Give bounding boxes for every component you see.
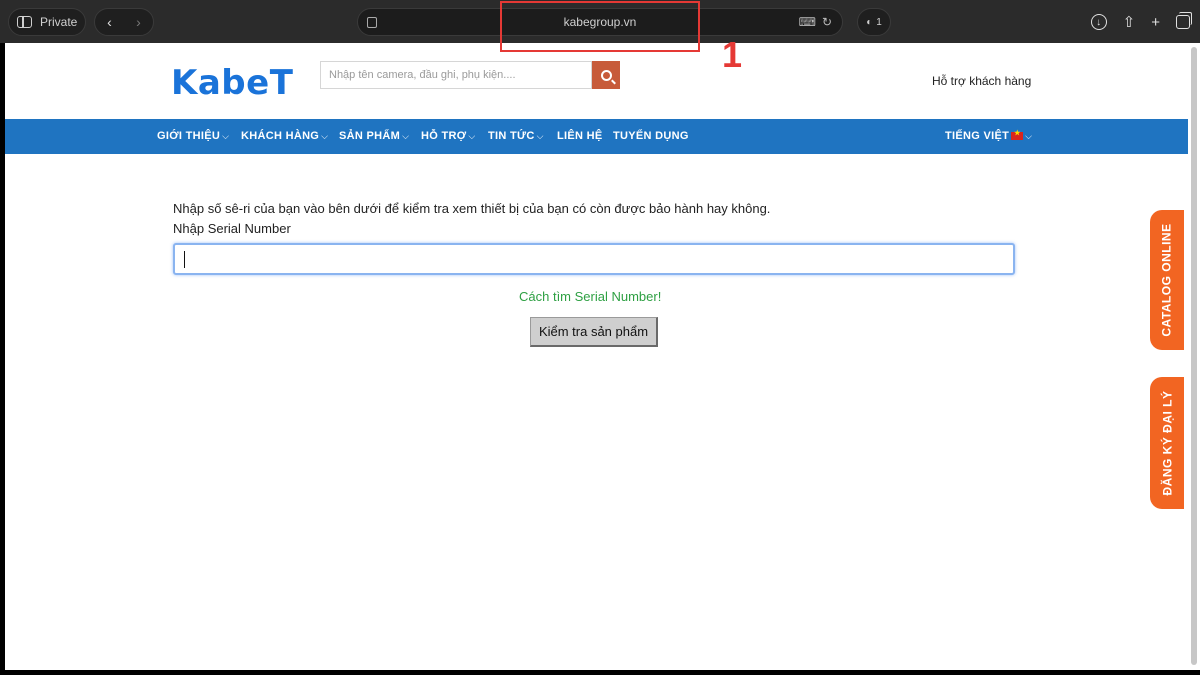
- chevron-down-icon: ⌵: [536, 131, 544, 141]
- browser-actions: ↓ ⇧ +: [1090, 8, 1192, 36]
- text-caret: [184, 251, 185, 268]
- site-header: KabeT Nhập tên camera, đầu ghi, phụ kiện…: [5, 43, 1188, 119]
- search-button[interactable]: [592, 61, 620, 89]
- main-nav: GIỚI THIỆU ⌵ KHÁCH HÀNG ⌵ SẢN PHẨM ⌵ HỖ TRỢ…: [5, 119, 1188, 154]
- tab-count: 1: [876, 16, 882, 28]
- nav-item-san-pham[interactable]: SẢN PHẨM ⌵: [339, 130, 409, 142]
- nav-item-khach-hang[interactable]: KHÁCH HÀNG ⌵: [241, 130, 328, 142]
- tab-overview-button[interactable]: ◐ 1: [857, 8, 891, 36]
- check-product-button[interactable]: Kiểm tra sản phẩm: [530, 317, 658, 347]
- web-page: KabeT Nhập tên camera, đầu ghi, phụ kiện…: [5, 43, 1188, 670]
- page-menu-icon[interactable]: [367, 17, 377, 28]
- find-serial-link[interactable]: Cách tìm Serial Number!: [519, 289, 661, 304]
- bottom-edge: [0, 670, 1200, 675]
- language-selector[interactable]: TIẾNG VIỆT⌵: [945, 129, 1033, 142]
- shield-icon: ◐: [866, 16, 873, 28]
- download-icon[interactable]: ↓: [1090, 14, 1107, 30]
- warranty-check-form: Nhập số sê-ri của bạn vào bên dưới để ki…: [173, 199, 1015, 347]
- translate-icon[interactable]: ⌨: [799, 15, 816, 29]
- chevron-down-icon: ⌵: [402, 131, 410, 141]
- dealer-register-tab[interactable]: ĐĂNG KÝ ĐẠI LÝ: [1150, 377, 1184, 509]
- nav-item-tin-tuc[interactable]: TIN TỨC ⌵: [488, 130, 544, 142]
- serial-number-input[interactable]: [173, 243, 1015, 275]
- browser-toolbar: Private ‹ › kabegroup.vn ⌨ ↻ ◐ 1 ↓ ⇧ +: [0, 0, 1200, 43]
- catalog-online-label: CATALOG ONLINE: [1160, 223, 1174, 337]
- new-tab-icon[interactable]: +: [1151, 14, 1160, 31]
- nav-item-gioi-thieu[interactable]: GIỚI THIỆU ⌵: [157, 130, 229, 142]
- annotation-number: 1: [722, 34, 743, 75]
- nav-item-tuyen-dung[interactable]: TUYỂN DỤNG: [613, 130, 689, 142]
- dealer-register-label: ĐĂNG KÝ ĐẠI LÝ: [1160, 390, 1175, 496]
- chevron-down-icon: ⌵: [468, 131, 476, 141]
- search-icon: [600, 69, 612, 81]
- page-scrollbar[interactable]: [1188, 43, 1200, 670]
- vietnam-flag-icon: [1011, 129, 1024, 141]
- chevron-down-icon: ⌵: [1025, 131, 1033, 141]
- serial-field-label: Nhập Serial Number: [173, 221, 291, 236]
- site-logo[interactable]: KabeT: [171, 63, 293, 103]
- history-nav: ‹ ›: [94, 8, 154, 36]
- share-icon[interactable]: ⇧: [1123, 13, 1136, 31]
- reload-icon[interactable]: ↻: [822, 15, 832, 29]
- chevron-down-icon: ⌵: [321, 131, 329, 141]
- scrollbar-thumb[interactable]: [1191, 47, 1197, 665]
- tabs-icon[interactable]: [1176, 12, 1192, 29]
- instruction-text: Nhập số sê-ri của bạn vào bên dưới để ki…: [173, 199, 770, 239]
- nav-item-lien-he[interactable]: LIÊN HỆ: [557, 130, 603, 142]
- catalog-online-tab[interactable]: CATALOG ONLINE: [1150, 210, 1184, 350]
- warranty-instruction: Nhập số sê-ri của bạn vào bên dưới để ki…: [173, 201, 771, 216]
- private-label: Private: [40, 15, 78, 29]
- url-text: kabegroup.vn: [563, 15, 637, 29]
- nav-item-ho-tro[interactable]: HỖ TRỢ ⌵: [421, 130, 476, 142]
- chevron-down-icon: ⌵: [222, 131, 230, 141]
- forward-button[interactable]: ›: [136, 14, 141, 30]
- sidebar-toggle-button[interactable]: Private: [8, 8, 86, 36]
- address-bar[interactable]: kabegroup.vn ⌨ ↻: [357, 8, 843, 36]
- sidebar-icon: [17, 16, 32, 28]
- search-input[interactable]: Nhập tên camera, đầu ghi, phụ kiện....: [320, 61, 592, 89]
- back-button[interactable]: ‹: [107, 14, 112, 30]
- customer-support-link[interactable]: Hỗ trợ khách hàng: [932, 74, 1031, 88]
